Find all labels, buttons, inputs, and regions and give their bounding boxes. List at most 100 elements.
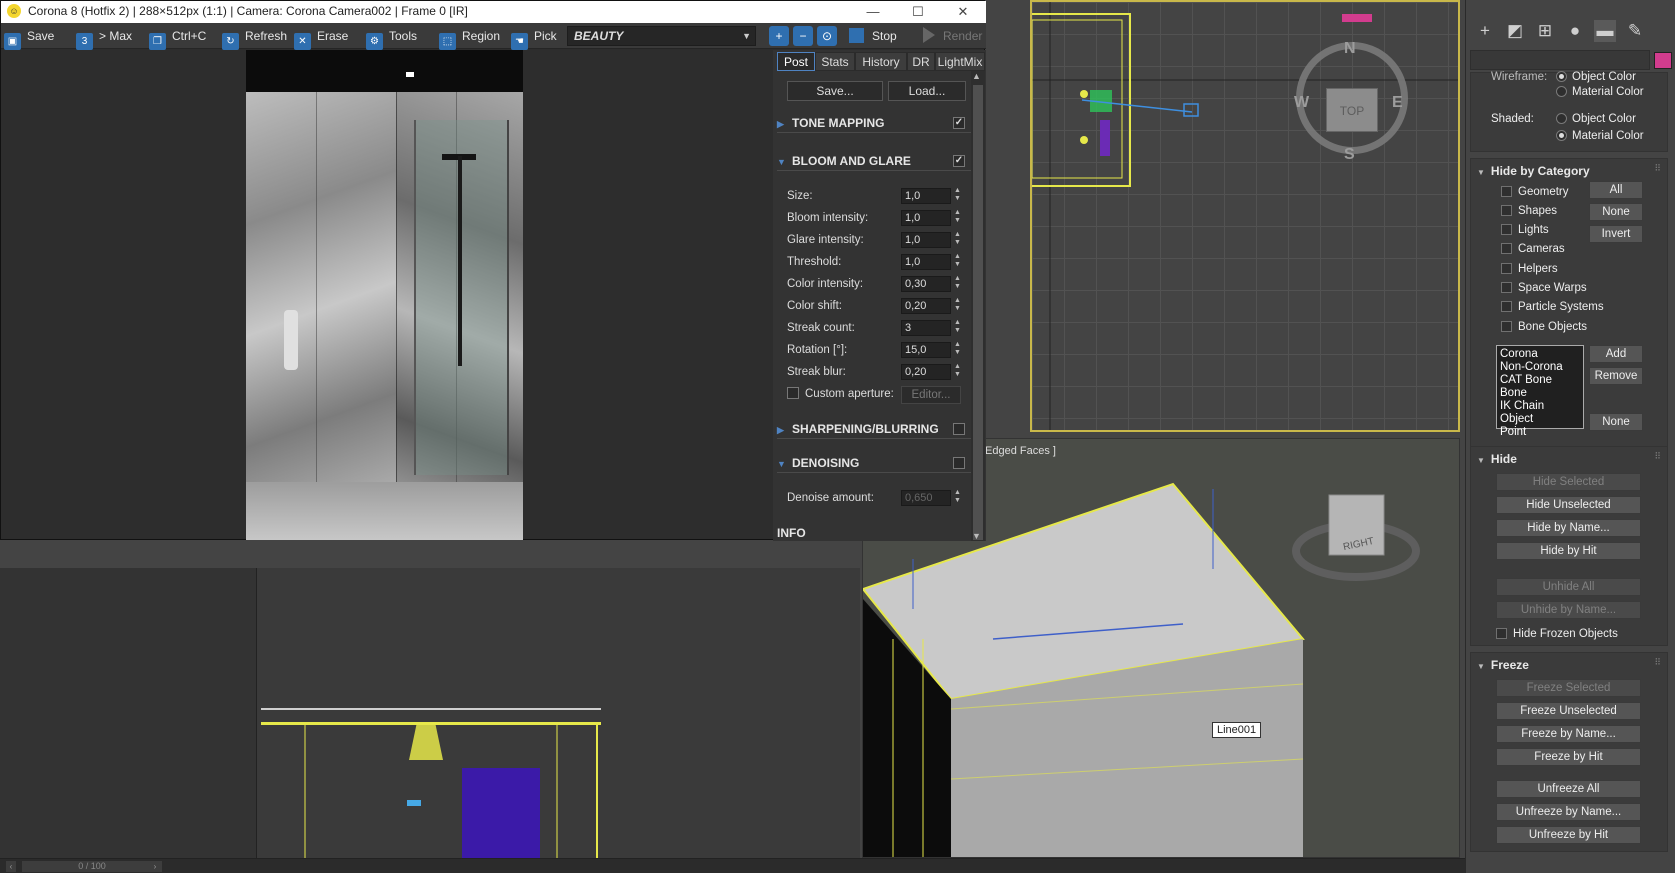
spinner-arrows-icon[interactable]: ▲ ▼: [954, 253, 961, 269]
viewport-left[interactable]: [0, 568, 256, 858]
category-cameras[interactable]: Cameras: [1501, 243, 1565, 255]
category-none-button[interactable]: None: [1589, 203, 1643, 221]
aperture-editor-button[interactable]: Editor...: [901, 386, 961, 404]
spinner-arrows-icon[interactable]: ▲ ▼: [954, 275, 961, 291]
tab-history[interactable]: History: [855, 52, 907, 71]
denoising-header[interactable]: ▼ DENOISING: [777, 453, 971, 473]
zoom-in-icon[interactable]: +: [769, 26, 789, 46]
scrollbar-thumb[interactable]: [973, 85, 983, 540]
spinner-arrows-icon[interactable]: ▲ ▼: [954, 489, 961, 505]
list-item[interactable]: CAT Bone: [1500, 374, 1580, 387]
freeze-selected-button[interactable]: Freeze Selected: [1496, 679, 1641, 697]
maximize-icon[interactable]: ☐: [896, 1, 940, 23]
shaded-material-color[interactable]: Material Color: [1556, 130, 1644, 142]
spinner-arrows-icon[interactable]: ▲ ▼: [954, 341, 961, 357]
tab-post[interactable]: Post: [777, 52, 815, 71]
hide-selected-button[interactable]: Hide Selected: [1496, 473, 1641, 491]
threshold-spinner[interactable]: 1,0: [901, 254, 951, 270]
unfreeze-by-hit-button[interactable]: Unfreeze by Hit: [1496, 826, 1641, 844]
category-space-warps[interactable]: Space Warps: [1501, 282, 1587, 294]
time-slider[interactable]: 0 / 100: [22, 861, 162, 872]
denoise-amount-spinner[interactable]: 0,650: [901, 490, 951, 506]
next-frame-button[interactable]: ›: [150, 861, 160, 872]
bloom-glare-checkbox[interactable]: ✓: [953, 155, 965, 167]
shaded-object-color[interactable]: Object Color: [1556, 113, 1636, 125]
tone-mapping-checkbox[interactable]: ✓: [953, 117, 965, 129]
spinner-arrows-icon[interactable]: ▲ ▼: [954, 319, 961, 335]
chevron-down-icon[interactable]: ▼: [972, 531, 981, 541]
unhide-all-button[interactable]: Unhide All: [1496, 578, 1641, 596]
category-add-button[interactable]: Add: [1589, 345, 1643, 363]
hide-frozen-objects[interactable]: Hide Frozen Objects: [1496, 628, 1618, 640]
streak-blur-spinner[interactable]: 0,20: [901, 364, 951, 380]
post-load-button[interactable]: Load...: [888, 81, 966, 101]
save-button[interactable]: ▣ Save: [4, 26, 54, 50]
region-button[interactable]: ⬚ Region: [439, 26, 500, 50]
zoom-out-icon[interactable]: −: [793, 26, 813, 46]
pick-button[interactable]: ☚ Pick: [511, 26, 557, 50]
hide-by-hit-button[interactable]: Hide by Hit: [1496, 542, 1641, 560]
tone-mapping-header[interactable]: ▶ TONE MAPPING ✓: [777, 113, 971, 133]
refresh-button[interactable]: ↻ Refresh: [222, 26, 287, 50]
spinner-arrows-icon[interactable]: ▲ ▼: [954, 209, 961, 225]
category-all-button[interactable]: All: [1589, 181, 1643, 199]
color-intensity-spinner[interactable]: 0,30: [901, 276, 951, 292]
viewport-front[interactable]: [256, 568, 860, 858]
rotation-spinner[interactable]: 15,0: [901, 342, 951, 358]
rollout-title[interactable]: ▼ Freeze: [1477, 658, 1529, 672]
size-spinner[interactable]: 1,0: [901, 188, 951, 204]
category-lights[interactable]: Lights: [1501, 224, 1549, 236]
hide-unselected-button[interactable]: Hide Unselected: [1496, 496, 1641, 514]
viewcube-top[interactable]: TOP: [1326, 88, 1378, 132]
list-item[interactable]: Non-Corona: [1500, 361, 1580, 374]
wire-object-color[interactable]: Object Color: [1556, 71, 1636, 83]
rollout-title[interactable]: ▼ Hide: [1477, 452, 1517, 466]
object-name-field[interactable]: [1470, 50, 1650, 70]
object-color-swatch[interactable]: [1654, 52, 1672, 69]
motion-tab-icon[interactable]: ●: [1564, 20, 1586, 42]
category-invert-button[interactable]: Invert: [1589, 225, 1643, 243]
spinner-arrows-icon[interactable]: ▲ ▼: [954, 297, 961, 313]
render-element-select[interactable]: BEAUTY ▼: [567, 26, 756, 46]
freeze-by-hit-button[interactable]: Freeze by Hit: [1496, 748, 1641, 766]
tools-button[interactable]: ⚙ Tools: [366, 26, 417, 50]
streak-count-spinner[interactable]: 3: [901, 320, 951, 336]
denoising-checkbox[interactable]: [953, 457, 965, 469]
category-geometry[interactable]: Geometry: [1501, 186, 1569, 198]
list-item[interactable]: IK Chain Object: [1500, 400, 1580, 426]
create-tab-icon[interactable]: +: [1474, 20, 1496, 42]
display-tab-icon[interactable]: ▬: [1594, 20, 1616, 42]
wire-material-color[interactable]: Material Color: [1556, 86, 1644, 98]
utilities-tab-icon[interactable]: ✎: [1624, 20, 1646, 42]
sharpening-header[interactable]: ▶ SHARPENING/BLURRING: [777, 419, 971, 439]
sharpening-checkbox[interactable]: [953, 423, 965, 435]
spinner-arrows-icon[interactable]: ▲ ▼: [954, 187, 961, 203]
category-list-none-button[interactable]: None: [1589, 413, 1643, 431]
hierarchy-tab-icon[interactable]: ⊞: [1534, 20, 1556, 42]
bloom-intensity-spinner[interactable]: 1,0: [901, 210, 951, 226]
category-remove-button[interactable]: Remove: [1589, 367, 1643, 385]
freeze-unselected-button[interactable]: Freeze Unselected: [1496, 702, 1641, 720]
zoom-fit-icon[interactable]: ⊙: [817, 26, 837, 46]
modify-tab-icon[interactable]: ◩: [1504, 20, 1526, 42]
copy-button[interactable]: ❐ Ctrl+C: [149, 26, 206, 50]
minimize-icon[interactable]: —: [851, 1, 895, 23]
tab-dr[interactable]: DR: [907, 52, 935, 71]
to-max-button[interactable]: 3 > Max: [76, 26, 132, 50]
render-button[interactable]: Render: [923, 26, 985, 46]
tab-stats[interactable]: Stats: [815, 52, 855, 71]
hide-by-name-button[interactable]: Hide by Name...: [1496, 519, 1641, 537]
stop-button[interactable]: Stop: [849, 26, 919, 46]
freeze-by-name-button[interactable]: Freeze by Name...: [1496, 725, 1641, 743]
category-shapes[interactable]: Shapes: [1501, 205, 1557, 217]
glare-intensity-spinner[interactable]: 1,0: [901, 232, 951, 248]
viewport-top[interactable]: TOP N E S W: [1030, 0, 1460, 432]
list-item[interactable]: Point: [1500, 426, 1580, 439]
list-item[interactable]: Corona: [1500, 348, 1580, 361]
close-icon[interactable]: ✕: [941, 1, 985, 23]
list-item[interactable]: Bone: [1500, 387, 1580, 400]
category-particle-systems[interactable]: Particle Systems: [1501, 301, 1604, 313]
erase-button[interactable]: ✕ Erase: [294, 26, 348, 50]
post-save-button[interactable]: Save...: [787, 81, 883, 101]
post-scrollbar[interactable]: ▲ ▼: [971, 71, 985, 541]
